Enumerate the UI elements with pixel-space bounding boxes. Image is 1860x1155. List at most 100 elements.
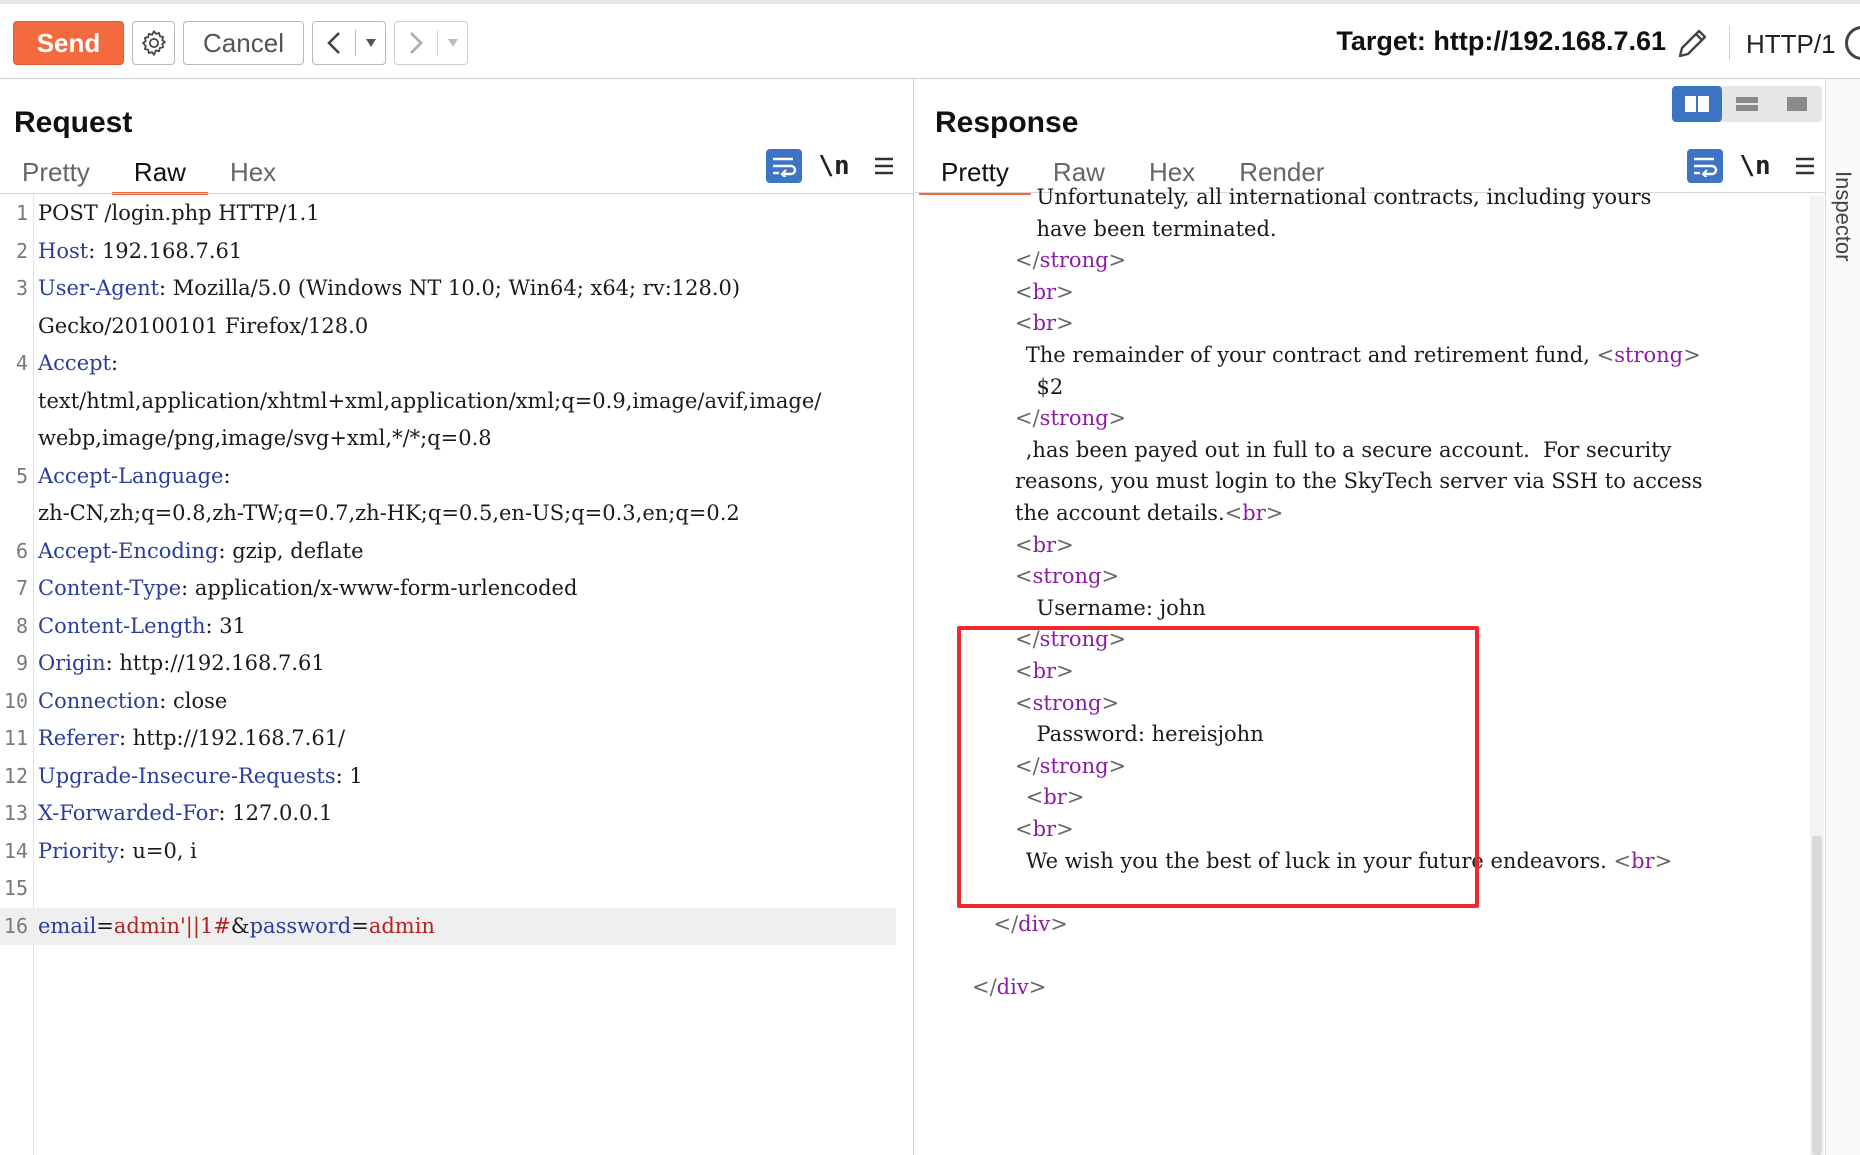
- code-token: Upgrade-Insecure-Requests: [38, 763, 336, 788]
- code-token: email: [38, 913, 97, 938]
- code-token: The remainder of your contract and retir…: [1025, 343, 1597, 367]
- pencil-icon: [1678, 29, 1707, 58]
- request-tab-hex[interactable]: Hex: [208, 151, 298, 193]
- request-editor[interactable]: 1 POST /login.php HTTP/1.1 2 Host: 192.168.…: [0, 195, 913, 1155]
- hamburger-menu-icon: [1796, 157, 1814, 175]
- layout-stacked-button[interactable]: [1722, 86, 1772, 122]
- forward-dropdown[interactable]: [438, 22, 467, 64]
- layout-single-button[interactable]: [1772, 86, 1822, 122]
- code-token: Content-Length: [38, 613, 206, 638]
- line-content: Accept:: [38, 345, 118, 383]
- code-token: have been terminated.: [1036, 216, 1277, 241]
- request-line: 3 User-Agent: Mozilla/5.0 (Windows NT 10.…: [0, 270, 913, 308]
- response-wrap-toggle[interactable]: [1687, 149, 1723, 183]
- response-pane: Response Pretty Raw Hex Render \n Unfort…: [915, 79, 1825, 1155]
- request-tab-pretty[interactable]: Pretty: [0, 151, 112, 193]
- settings-button[interactable]: [132, 21, 175, 65]
- code-token: br: [1032, 532, 1057, 557]
- code-token: zh-CN,zh;q=0.8,zh-TW;q=0.7,zh-HK;q=0.5,e…: [38, 501, 740, 525]
- request-line: zh-CN,zh;q=0.8,zh-TW;q=0.7,zh-HK;q=0.5,e…: [0, 495, 913, 533]
- line-content: webp,image/png,image/svg+xml,*/*;q=0.8: [38, 420, 492, 458]
- code-token: strong: [1032, 564, 1102, 589]
- inspector-sidebar[interactable]: Inspector: [1825, 79, 1860, 1155]
- code-token: :: [111, 351, 119, 375]
- toolbar: Send Cancel Target: http://192.168.7.61: [0, 0, 1860, 79]
- request-line: text/html,application/xhtml+xml,applicat…: [0, 383, 913, 421]
- request-newline-toggle[interactable]: \n: [816, 151, 852, 181]
- hamburger-menu-icon: [875, 157, 893, 175]
- line-number: 2: [15, 238, 28, 263]
- line-content: email=admin'||1#&password=admin: [38, 908, 435, 946]
- http-version-toggle[interactable]: HTTP/1: [1746, 29, 1836, 60]
- code-token: </: [1015, 248, 1040, 273]
- cancel-button[interactable]: Cancel: [183, 21, 304, 65]
- line-content: POST /login.php HTTP/1.1: [38, 195, 320, 233]
- line-number: 16: [3, 913, 28, 938]
- request-menu-button[interactable]: [866, 149, 902, 183]
- caret-down-icon: [447, 39, 458, 47]
- code-token: : http://192.168.7.61: [105, 651, 325, 675]
- back-button[interactable]: [313, 22, 355, 64]
- help-icon[interactable]: [1845, 26, 1860, 60]
- code-token: Connection: [38, 688, 160, 713]
- code-token: : gzip, deflate: [218, 538, 364, 563]
- code-token: admin'||1#: [113, 913, 231, 938]
- line-content: Content-Type: application/x-www-form-url…: [38, 570, 577, 608]
- code-token: &: [230, 913, 250, 938]
- forward-button[interactable]: [395, 22, 437, 64]
- response-menu-button[interactable]: [1787, 149, 1823, 183]
- line-number: 5: [15, 463, 28, 488]
- request-wrap-toggle[interactable]: [766, 149, 802, 183]
- line-content: Origin: http://192.168.7.61: [38, 645, 325, 683]
- code-token: :: [223, 463, 231, 488]
- request-line: 7 Content-Type: application/x-www-form-ur…: [0, 570, 913, 608]
- edit-target-button[interactable]: [1672, 24, 1712, 64]
- code-token: : 127.0.0.1: [218, 801, 333, 825]
- response-tab-pretty[interactable]: Pretty: [919, 151, 1031, 195]
- code-token: >: [1683, 343, 1701, 367]
- response-newline-toggle[interactable]: \n: [1737, 151, 1773, 181]
- request-tabs: Pretty Raw Hex: [0, 151, 298, 195]
- code-token: >: [1101, 564, 1120, 589]
- line-content: X-Forwarded-For: 127.0.0.1: [38, 795, 332, 833]
- line-content: Gecko/20100101 Firefox/128.0: [38, 308, 368, 346]
- response-line: The remainder of your contract and retir…: [1026, 337, 1701, 375]
- line-content: Accept-Language:: [38, 458, 231, 496]
- line-number: 9: [15, 651, 28, 675]
- response-scrollbar-thumb[interactable]: [1812, 836, 1822, 1155]
- inspector-label[interactable]: Inspector: [1830, 171, 1856, 262]
- request-line: 2 Host: 192.168.7.61: [0, 233, 913, 271]
- code-token: <: [1224, 501, 1243, 525]
- request-line: 6 Accept-Encoding: gzip, deflate: [0, 533, 913, 571]
- layout-side-by-side-button[interactable]: [1672, 86, 1722, 122]
- send-button[interactable]: Send: [13, 21, 124, 65]
- line-number: 15: [3, 876, 28, 900]
- line-content: zh-CN,zh;q=0.8,zh-TW;q=0.7,zh-HK;q=0.5,e…: [38, 495, 740, 533]
- code-token: $2: [1036, 374, 1064, 399]
- request-tab-raw[interactable]: Raw: [111, 151, 208, 195]
- layout-switcher: [1672, 86, 1822, 122]
- line-content: Referer: http://192.168.7.61/: [38, 720, 345, 758]
- line-number: 11: [3, 726, 28, 750]
- gear-icon: [141, 30, 166, 56]
- code-token: strong: [1614, 343, 1684, 367]
- code-token: </: [972, 975, 997, 999]
- line-content: Priority: u=0, i: [38, 833, 197, 871]
- request-line: 10 Connection: close: [0, 683, 913, 721]
- code-token: : close: [159, 688, 228, 713]
- code-token: Host: [38, 238, 89, 263]
- line-content: text/html,application/xhtml+xml,applicat…: [38, 383, 821, 421]
- response-tools: \n: [1687, 147, 1823, 185]
- request-line: 16 email=admin'||1#&password=admin: [0, 907, 896, 946]
- code-token: >: [1050, 911, 1068, 936]
- request-line: 12 Upgrade-Insecure-Requests: 1: [0, 758, 913, 796]
- code-token: >: [1654, 848, 1673, 873]
- code-token: <: [1015, 532, 1033, 557]
- code-token: </: [1015, 406, 1040, 431]
- back-dropdown[interactable]: [356, 22, 385, 64]
- history-forward-group: [394, 21, 468, 65]
- request-tools: \n: [766, 147, 902, 185]
- request-line: 9 Origin: http://192.168.7.61: [0, 645, 913, 683]
- code-token: Username: john: [1036, 595, 1206, 620]
- code-token: : Mozilla/5.0 (Windows NT 10.0; Win64; x…: [159, 276, 741, 300]
